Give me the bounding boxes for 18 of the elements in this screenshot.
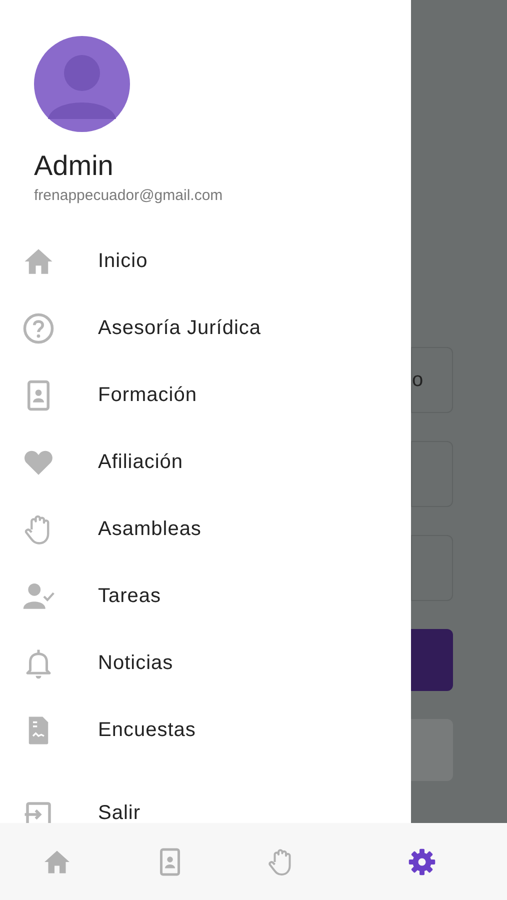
settings-icon[interactable] bbox=[407, 846, 437, 876]
text-field[interactable] bbox=[411, 441, 453, 507]
user-email: frenappecuador@gmail.com bbox=[34, 186, 224, 206]
menu-item[interactable]: Noticias bbox=[98, 648, 174, 678]
menu-item[interactable]: Asambleas bbox=[98, 514, 202, 544]
menu-item[interactable]: Afiliación bbox=[98, 447, 184, 477]
text-field[interactable] bbox=[411, 535, 453, 601]
menu-item[interactable]: Asesoría Jurídica bbox=[98, 313, 262, 343]
dimmed-button[interactable] bbox=[411, 629, 453, 691]
user-name: Admin bbox=[34, 149, 114, 183]
menu-item[interactable]: Tareas bbox=[98, 581, 162, 611]
help-icon bbox=[22, 312, 55, 344]
menu-item[interactable]: Salir bbox=[98, 798, 141, 823]
avatar-icon bbox=[34, 35, 130, 133]
menu-item[interactable]: Inicio bbox=[98, 246, 148, 276]
menu-item[interactable]: Formación bbox=[98, 380, 197, 410]
menu-item[interactable]: Encuestas bbox=[98, 715, 196, 745]
dimmed-button[interactable] bbox=[411, 719, 453, 781]
